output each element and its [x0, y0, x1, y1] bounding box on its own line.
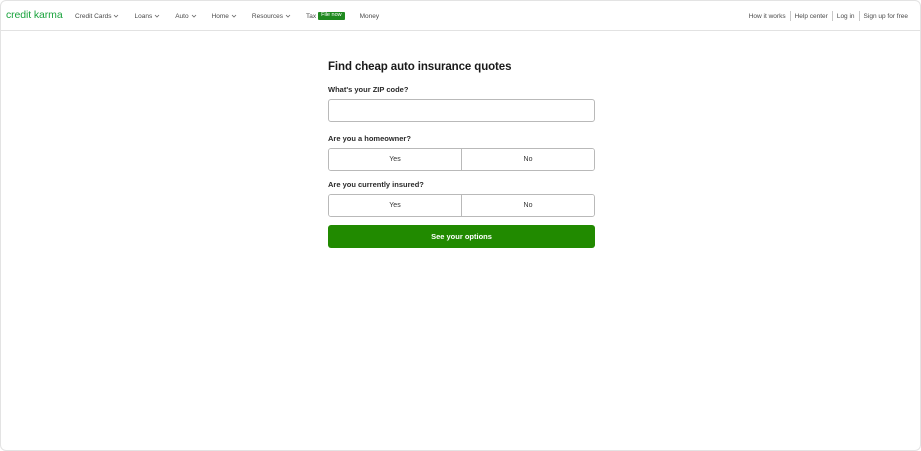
nav-item-resources[interactable]: Resources	[252, 13, 291, 20]
nav-item-loans[interactable]: Loans	[134, 13, 160, 20]
nav-item-label: Auto	[175, 12, 189, 20]
nav-item-label: Tax	[306, 12, 317, 20]
chevron-down-icon	[154, 13, 160, 19]
log-in-link[interactable]: Log in	[833, 13, 859, 20]
top-navigation: credit karma Credit Cards Loans Auto Hom…	[1, 1, 920, 31]
homeowner-yes-button[interactable]: Yes	[329, 149, 461, 170]
homeowner-no-button[interactable]: No	[461, 149, 594, 170]
nav-item-label: Home	[211, 12, 229, 20]
insured-label: Are you currently insured?	[328, 180, 424, 189]
credit-karma-logo[interactable]: credit karma	[6, 9, 63, 21]
primary-nav: Credit Cards Loans Auto Home Resources T…	[75, 1, 394, 31]
chevron-down-icon	[113, 13, 119, 19]
chevron-down-icon	[191, 13, 197, 19]
chevron-down-icon	[285, 13, 291, 19]
nav-item-label: Money	[359, 12, 380, 20]
nav-item-label: Credit Cards	[75, 12, 112, 20]
nav-item-label: Loans	[134, 12, 153, 20]
chevron-down-icon	[231, 13, 237, 19]
nav-item-credit-cards[interactable]: Credit Cards	[75, 13, 119, 20]
homeowner-toggle: Yes No	[328, 148, 595, 171]
nav-item-money[interactable]: Money	[360, 13, 380, 20]
insured-yes-button[interactable]: Yes	[329, 195, 461, 216]
zip-label: What's your ZIP code?	[328, 85, 409, 94]
homeowner-label: Are you a homeowner?	[328, 134, 411, 143]
insured-toggle: Yes No	[328, 194, 595, 217]
help-center-link[interactable]: Help center	[791, 13, 832, 20]
auto-insurance-form: Find cheap auto insurance quotes What's …	[328, 61, 595, 248]
nav-item-label: Resources	[251, 12, 283, 20]
nav-item-home[interactable]: Home	[212, 13, 237, 20]
secondary-nav: How it works Help center Log in Sign up …	[745, 1, 912, 31]
file-now-badge: File now	[318, 11, 345, 21]
nav-item-tax[interactable]: Tax File now	[306, 11, 345, 21]
see-your-options-button[interactable]: See your options	[328, 225, 595, 248]
how-it-works-link[interactable]: How it works	[745, 13, 790, 20]
page-title: Find cheap auto insurance quotes	[328, 61, 512, 73]
page-frame: credit karma Credit Cards Loans Auto Hom…	[0, 0, 921, 451]
zip-code-input[interactable]	[328, 99, 595, 122]
nav-item-auto[interactable]: Auto	[175, 13, 196, 20]
insured-no-button[interactable]: No	[461, 195, 594, 216]
sign-up-link[interactable]: Sign up for free	[860, 13, 912, 20]
